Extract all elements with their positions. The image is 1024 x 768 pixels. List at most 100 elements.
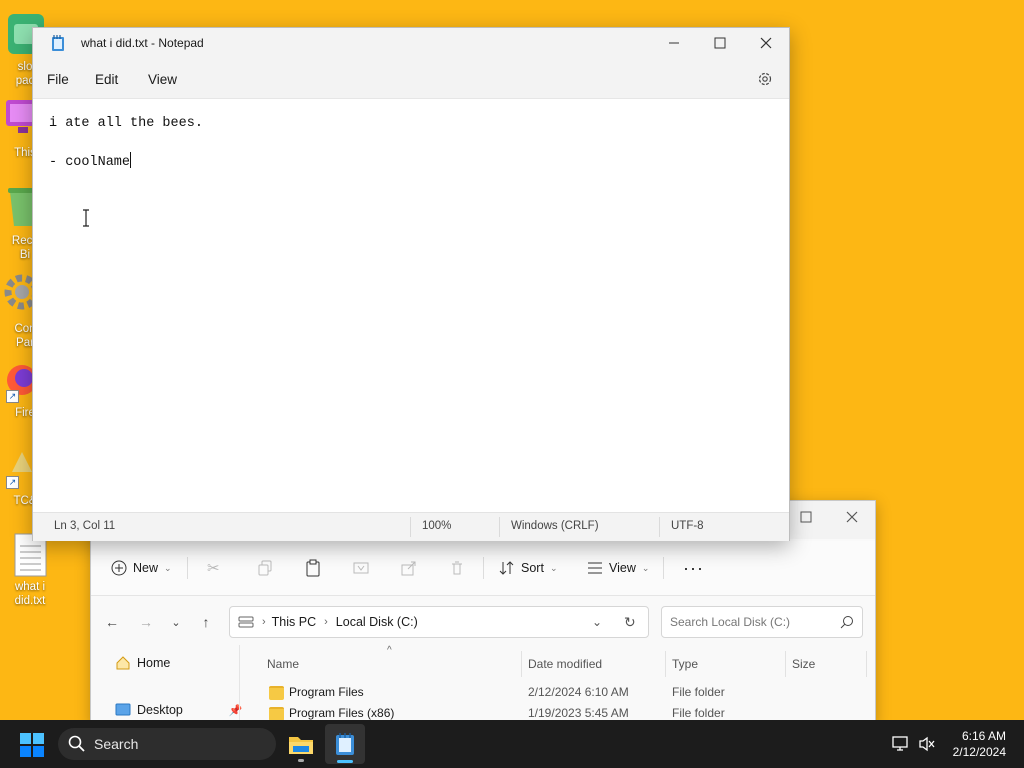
trash-icon xyxy=(452,561,462,575)
taskbar: Search 6:16 AM 2/12/2024 xyxy=(0,720,1024,768)
taskbar-file-explorer[interactable] xyxy=(281,724,321,764)
refresh-icon[interactable]: ↻ xyxy=(624,614,636,631)
column-header-date[interactable]: Date modified xyxy=(528,657,602,671)
start-button[interactable] xyxy=(20,733,44,757)
close-button[interactable] xyxy=(829,501,875,533)
new-label: New xyxy=(133,561,159,575)
minimize-icon xyxy=(669,42,679,44)
view-button[interactable]: View ⌄ xyxy=(587,555,649,581)
search-input[interactable]: Search Local Disk (C:) xyxy=(661,606,863,638)
text-editor-area[interactable]: i ate all the bees. - coolName xyxy=(33,99,789,509)
close-button[interactable] xyxy=(743,27,789,59)
editor-line-1: i ate all the bees. xyxy=(49,116,203,131)
encoding[interactable]: UTF-8 xyxy=(671,520,704,532)
pin-icon: 📌 xyxy=(228,704,243,717)
column-divider[interactable] xyxy=(665,651,666,677)
editor-line-3: - coolName xyxy=(49,152,132,170)
sort-ascending-icon: ^ xyxy=(387,645,392,656)
recent-locations-button[interactable]: ⌄ xyxy=(163,609,189,635)
pane-divider xyxy=(239,645,240,723)
nav-item-home[interactable]: Home xyxy=(115,655,170,671)
column-divider[interactable] xyxy=(521,651,522,677)
file-type: File folder xyxy=(672,706,725,720)
up-button[interactable]: ↑ xyxy=(193,609,219,635)
clock-time: 6:16 AM xyxy=(961,729,1006,743)
column-divider[interactable] xyxy=(866,651,867,677)
search-placeholder: Search Local Disk (C:) xyxy=(670,615,791,629)
text-caret xyxy=(130,152,132,168)
desktop-icon-what-i-did[interactable]: what i did.txt xyxy=(0,532,60,612)
arrow-left-icon: ← xyxy=(105,614,119,630)
folder-icon xyxy=(269,686,284,700)
nav-item-desktop-label: Desktop xyxy=(137,703,183,717)
cursor-position: Ln 3, Col 11 xyxy=(54,520,116,532)
view-list-icon xyxy=(588,562,602,574)
system-clock[interactable]: 6:16 AM 2/12/2024 xyxy=(953,728,1006,760)
windows-logo-icon xyxy=(20,733,44,757)
nav-item-desktop[interactable]: Desktop 📌 xyxy=(115,703,243,717)
drive-icon xyxy=(238,616,254,628)
ellipsis-icon: ··· xyxy=(683,557,704,578)
column-divider[interactable] xyxy=(785,651,786,677)
copy-button[interactable] xyxy=(257,555,273,581)
folder-icon xyxy=(269,707,284,721)
network-icon[interactable] xyxy=(892,736,910,752)
rename-button[interactable] xyxy=(353,555,369,581)
paste-button[interactable] xyxy=(305,555,321,581)
menu-view[interactable]: View xyxy=(148,72,177,87)
column-header-name[interactable]: Name xyxy=(267,657,299,671)
desktop-folder-icon xyxy=(115,703,131,716)
table-row[interactable]: Program Files 2/12/2024 6:10 AM File fol… xyxy=(267,682,867,702)
status-divider xyxy=(659,517,660,537)
file-name: Program Files (x86) xyxy=(289,706,395,720)
back-button[interactable]: ← xyxy=(99,609,125,635)
rename-icon xyxy=(353,562,369,574)
desktop-icon-label: what i did.txt xyxy=(14,581,46,607)
volume-muted-icon[interactable] xyxy=(918,736,936,752)
navigation-pane: Home Desktop 📌 xyxy=(91,647,251,723)
sort-icon xyxy=(499,561,514,575)
new-button[interactable]: New ⌄ xyxy=(111,555,172,581)
scissors-icon: ✂ xyxy=(207,560,220,577)
forward-button[interactable]: → xyxy=(133,609,159,635)
taskbar-search-box[interactable]: Search xyxy=(58,728,276,760)
taskbar-notepad[interactable] xyxy=(325,724,365,764)
share-button[interactable] xyxy=(401,555,417,581)
file-date: 2/12/2024 6:10 AM xyxy=(528,685,629,699)
line-ending[interactable]: Windows (CRLF) xyxy=(511,520,599,532)
separator xyxy=(187,557,188,579)
taskbar-search-label: Search xyxy=(94,736,139,752)
i-beam-cursor-icon xyxy=(83,209,89,227)
status-divider xyxy=(410,517,411,537)
chevron-down-icon: ⌄ xyxy=(171,616,181,629)
column-header-type[interactable]: Type xyxy=(672,657,698,671)
column-header-size[interactable]: Size xyxy=(792,657,815,671)
zoom-level[interactable]: 100% xyxy=(422,520,451,532)
settings-gear-icon[interactable] xyxy=(757,71,773,87)
status-divider xyxy=(499,517,500,537)
menu-file[interactable]: File xyxy=(47,72,69,87)
notepad-app-icon xyxy=(52,35,64,51)
notepad-window: what i did.txt - Notepad File Edit View … xyxy=(32,27,790,541)
clipboard-icon xyxy=(306,559,320,577)
menu-edit[interactable]: Edit xyxy=(95,72,118,87)
arrow-right-icon: → xyxy=(139,614,153,630)
search-icon xyxy=(68,735,85,752)
cut-button[interactable]: ✂ xyxy=(207,555,220,581)
sort-label: Sort xyxy=(521,561,544,575)
explorer-navigation-bar: ← → ⌄ ↑ › This PC › Local Disk (C:) ⌄ ↻ … xyxy=(91,597,875,645)
address-bar[interactable]: › This PC › Local Disk (C:) ⌄ ↻ xyxy=(229,606,649,638)
minimize-button[interactable] xyxy=(651,27,697,59)
delete-button[interactable] xyxy=(449,555,465,581)
maximize-button[interactable] xyxy=(697,27,743,59)
close-icon xyxy=(760,37,772,49)
file-name: Program Files xyxy=(289,685,364,699)
breadcrumb-local-disk[interactable]: Local Disk (C:) xyxy=(336,615,418,629)
breadcrumb-this-pc[interactable]: This PC xyxy=(272,615,316,629)
notepad-titlebar[interactable]: what i did.txt - Notepad xyxy=(33,28,789,58)
more-options-button[interactable]: ··· xyxy=(683,555,704,581)
address-dropdown-icon[interactable]: ⌄ xyxy=(592,615,602,629)
menu-bar: File Edit View xyxy=(33,58,789,99)
sort-button[interactable]: Sort ⌄ xyxy=(499,555,557,581)
separator xyxy=(663,557,664,579)
